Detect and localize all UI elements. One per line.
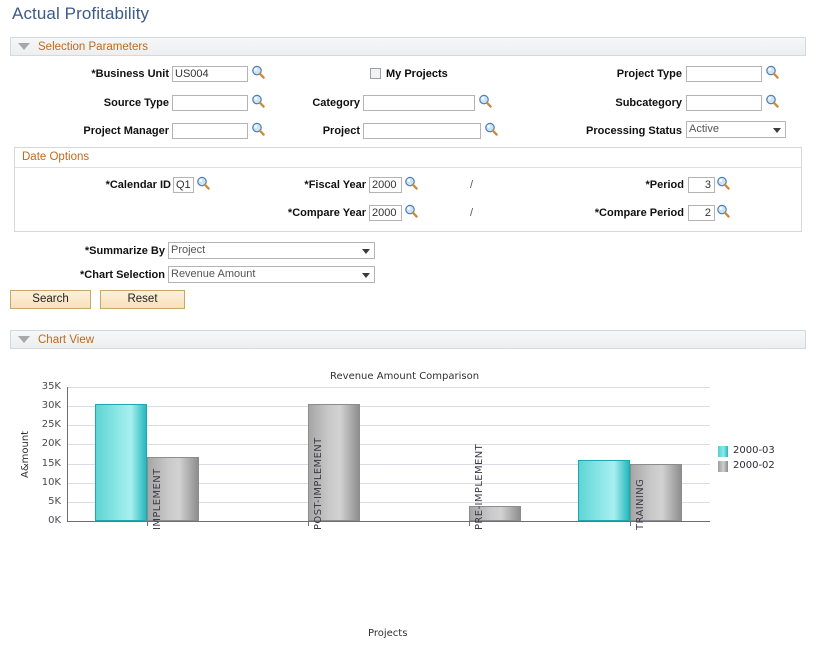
- chart-selection-select[interactable]: Revenue Amount: [168, 266, 375, 283]
- fiscal-year-lookup-icon[interactable]: [404, 176, 418, 190]
- summarize-by-select[interactable]: Project: [168, 242, 375, 259]
- legend-swatch: [718, 461, 728, 472]
- label-compare-year: *Compare Year: [258, 207, 366, 219]
- category-input[interactable]: [363, 95, 475, 111]
- chart-bar: [95, 404, 147, 521]
- collapse-triangle-icon[interactable]: [18, 43, 30, 50]
- fiscal-year-input[interactable]: [369, 177, 402, 193]
- label-processing-status: Processing Status: [540, 125, 682, 137]
- label-calendar-id: *Calendar ID: [85, 179, 171, 191]
- chart-y-tick: 35K: [27, 381, 61, 392]
- compare-period-lookup-icon[interactable]: [716, 204, 730, 218]
- label-fiscal-year: *Fiscal Year: [270, 179, 366, 191]
- section-title-chart-view: Chart View: [38, 334, 94, 346]
- label-compare-period: *Compare Period: [560, 207, 684, 219]
- compare-year-lookup-icon[interactable]: [404, 204, 418, 218]
- date-separator-compare: /: [470, 207, 473, 219]
- label-source-type: Source Type: [60, 97, 169, 109]
- page-title: Actual Profitability: [12, 4, 149, 24]
- project-manager-input[interactable]: [172, 123, 248, 139]
- business-unit-lookup-icon[interactable]: [251, 65, 265, 79]
- chart-gridline: [67, 387, 710, 388]
- collapse-triangle-icon[interactable]: [18, 336, 30, 343]
- date-options-divider: [15, 167, 801, 168]
- chart-x-category-label: TRAINING: [635, 479, 646, 530]
- category-lookup-icon[interactable]: [478, 94, 492, 108]
- label-business-unit: *Business Unit: [60, 68, 169, 80]
- chart-gridline: [67, 406, 710, 407]
- section-title-selection-parameters: Selection Parameters: [38, 41, 148, 53]
- chart-y-tick: 25K: [27, 419, 61, 430]
- subcategory-lookup-icon[interactable]: [765, 94, 779, 108]
- chart-y-tick: 10K: [27, 477, 61, 488]
- period-lookup-icon[interactable]: [716, 176, 730, 190]
- chart-title: Revenue Amount Comparison: [330, 371, 479, 382]
- chart-x-axis: [67, 521, 710, 522]
- chevron-down-icon[interactable]: [773, 128, 781, 133]
- processing-status-value: Active: [689, 123, 719, 135]
- legend-label: 2000-03: [733, 445, 775, 456]
- summarize-by-value: Project: [171, 244, 205, 256]
- chart-y-tick: 15K: [27, 458, 61, 469]
- section-title-date-options: Date Options: [22, 151, 89, 163]
- label-category: Category: [250, 97, 360, 109]
- source-type-input[interactable]: [172, 95, 248, 111]
- chart-y-tick: 5K: [27, 496, 61, 507]
- chart-x-category-label: IMPLEMENT: [152, 468, 163, 530]
- date-separator-fiscal: /: [470, 179, 473, 191]
- chevron-down-icon[interactable]: [362, 273, 370, 278]
- chart-x-axis-label: Projects: [368, 628, 407, 639]
- chart-bar: [578, 460, 630, 521]
- chart-x-tick: [469, 522, 470, 526]
- section-header-selection-parameters[interactable]: Selection Parameters: [10, 37, 806, 56]
- project-type-input[interactable]: [686, 66, 762, 82]
- chart-y-tick: 30K: [27, 400, 61, 411]
- label-project-manager: Project Manager: [56, 125, 169, 137]
- period-input[interactable]: [688, 177, 715, 193]
- label-project-type: Project Type: [560, 68, 682, 80]
- reset-button[interactable]: Reset: [100, 290, 185, 309]
- compare-period-input[interactable]: [688, 205, 715, 221]
- chart-gridline: [67, 444, 710, 445]
- chart-x-tick: [308, 522, 309, 526]
- chart-x-category-label: PRE-IMPLEMENT: [474, 444, 485, 530]
- legend-swatch: [718, 446, 728, 457]
- chart-x-category-label: POST-IMPLEMENT: [313, 437, 324, 530]
- calendar-id-input[interactable]: [173, 177, 194, 193]
- label-subcategory: Subcategory: [560, 97, 682, 109]
- project-lookup-icon[interactable]: [484, 122, 498, 136]
- revenue-amount-chart: Revenue Amount Comparison A&mount Projec…: [0, 360, 825, 654]
- label-period: *Period: [580, 179, 684, 191]
- chart-y-tick: 0K: [27, 515, 61, 526]
- section-header-chart-view[interactable]: Chart View: [10, 330, 806, 349]
- chart-selection-value: Revenue Amount: [171, 268, 255, 280]
- business-unit-input[interactable]: [172, 66, 248, 82]
- chevron-down-icon[interactable]: [362, 249, 370, 254]
- chart-x-tick: [630, 522, 631, 526]
- label-summarize-by: *Summarize By: [60, 245, 165, 257]
- project-input[interactable]: [363, 123, 481, 139]
- chart-y-axis: [67, 387, 68, 522]
- chart-gridline: [67, 425, 710, 426]
- project-type-lookup-icon[interactable]: [765, 65, 779, 79]
- search-button[interactable]: Search: [10, 290, 91, 309]
- compare-year-input[interactable]: [369, 205, 402, 221]
- my-projects-checkbox[interactable]: [370, 68, 381, 79]
- chart-y-tick: 20K: [27, 438, 61, 449]
- label-my-projects: My Projects: [386, 68, 448, 80]
- chart-x-tick: [147, 522, 148, 526]
- legend-label: 2000-02: [733, 460, 775, 471]
- label-chart-selection: *Chart Selection: [50, 269, 165, 281]
- subcategory-input[interactable]: [686, 95, 762, 111]
- calendar-id-lookup-icon[interactable]: [196, 176, 210, 190]
- label-project: Project: [250, 125, 360, 137]
- processing-status-select[interactable]: Active: [686, 121, 786, 138]
